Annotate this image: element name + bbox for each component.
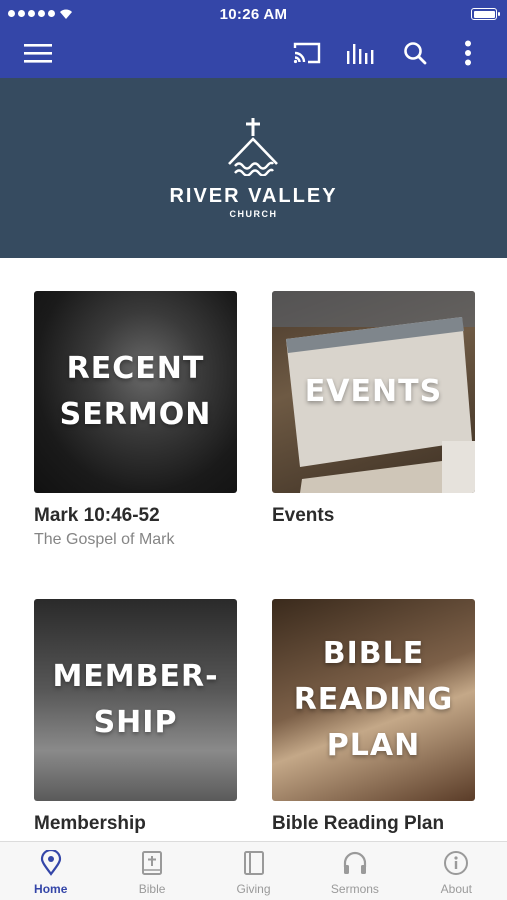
nav-item-giving[interactable]: Giving (203, 842, 304, 900)
more-vertical-icon (465, 40, 471, 66)
audio-bars-icon (347, 44, 374, 64)
nav-item-sermons[interactable]: Sermons (304, 842, 405, 900)
bottom-navigation: Home Bible Giving Sermons About (0, 841, 507, 900)
bible-reading-plan-title: Bible Reading Plan (272, 813, 445, 834)
status-time: 10:26 AM (219, 6, 288, 23)
church-subtitle: CHURCH (229, 209, 278, 219)
cast-button[interactable] (287, 33, 327, 73)
hamburger-menu-icon (24, 44, 52, 63)
giving-icon (243, 851, 264, 875)
membership-card[interactable]: MEMBER- SHIP Membership (34, 599, 237, 835)
recent-sermon-image-text: RECENT SERMON (59, 351, 212, 432)
audio-button[interactable] (341, 33, 381, 73)
nav-item-about[interactable]: About (406, 842, 507, 900)
events-title: Events (272, 505, 335, 526)
search-button[interactable] (395, 33, 435, 73)
nav-item-bible[interactable]: Bible (101, 842, 202, 900)
bible-icon (142, 851, 163, 875)
search-icon (404, 42, 427, 65)
nav-label-sermons: Sermons (330, 882, 379, 896)
menu-button[interactable] (18, 33, 58, 73)
bible-reading-plan-card[interactable]: BIBLE READING PLAN Bible Reading Plan (272, 599, 475, 835)
membership-image[interactable]: MEMBER- SHIP (34, 599, 237, 801)
nav-label-home: Home (34, 882, 68, 896)
membership-title: Membership (34, 813, 146, 834)
nav-label-about: About (440, 882, 472, 896)
status-bar: 10:26 AM (0, 0, 507, 28)
membership-image-text: MEMBER- SHIP (52, 659, 219, 740)
cast-icon (293, 42, 321, 64)
events-card[interactable]: EVENTS Events (272, 291, 475, 527)
church-banner: RIVER VALLEY CHURCH (0, 78, 507, 258)
recent-sermon-image[interactable]: RECENT SERMON (34, 291, 237, 493)
nav-label-bible: Bible (138, 882, 166, 896)
app-bar (0, 28, 507, 78)
info-icon (444, 851, 469, 875)
recent-sermon-title: Mark 10:46-52 (34, 505, 160, 526)
church-name: RIVER VALLEY (169, 185, 338, 207)
bible-reading-plan-image[interactable]: BIBLE READING PLAN (272, 599, 475, 801)
battery-icon (471, 8, 500, 20)
church-logo-icon (228, 118, 278, 176)
headphones-icon (343, 851, 367, 874)
more-options-button[interactable] (448, 33, 488, 73)
bible-reading-plan-image-text: BIBLE READING PLAN (293, 636, 454, 763)
recent-sermon-subtitle: The Gospel of Mark (34, 531, 175, 548)
events-image-text: EVENTS (304, 374, 443, 409)
location-pin-icon (40, 850, 61, 876)
recent-sermon-card[interactable]: RECENT SERMON Mark 10:46-52 The Gospel o… (34, 291, 237, 549)
nav-label-giving: Giving (236, 882, 271, 896)
nav-item-home[interactable]: Home (0, 842, 101, 900)
events-image[interactable]: EVENTS (272, 291, 475, 493)
